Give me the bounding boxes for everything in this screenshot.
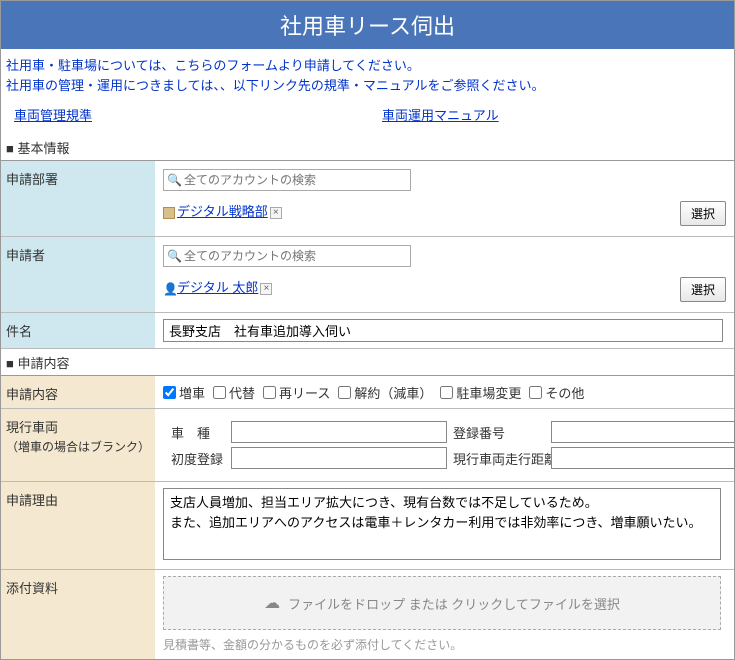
lbl-firstreg: 初度登録 (171, 449, 225, 468)
applicant-chip[interactable]: デジタル 太郎 (177, 280, 258, 295)
reason-textarea[interactable] (163, 488, 721, 560)
input-firstreg[interactable] (231, 447, 447, 469)
applicant-search-input[interactable] (163, 245, 411, 267)
department-chip[interactable]: デジタル戦略部 (177, 204, 268, 219)
app-content-checks: 増車 代替 再リース 解約（減車） 駐車場変更 その他 (155, 376, 734, 408)
subject-input[interactable] (163, 319, 723, 342)
label-attachment: 添付資料 (1, 570, 155, 659)
lbl-mileage: 現行車両走行距離 (453, 449, 545, 468)
input-mileage[interactable] (551, 447, 735, 469)
department-remove[interactable]: × (270, 207, 282, 219)
input-regno[interactable] (551, 421, 735, 443)
org-icon (163, 207, 175, 219)
chk-cancel[interactable]: 解約（減車） (338, 382, 432, 402)
department-search-input[interactable] (163, 169, 411, 191)
input-model[interactable] (231, 421, 447, 443)
chk-relet[interactable]: 再リース (263, 382, 330, 402)
label-app-content: 申請内容 (1, 376, 155, 408)
label-subject: 件名 (1, 313, 155, 348)
attachment-hint: 見積書等、金額の分かるものを必ず添付してください。 (163, 636, 726, 653)
chk-parking[interactable]: 駐車場変更 (440, 382, 521, 402)
chk-other[interactable]: その他 (529, 382, 584, 402)
label-current-vehicle: 現行車両 （増車の場合はブランク） (1, 409, 155, 481)
person-icon: 👤 (163, 283, 175, 295)
label-department: 申請部署 (1, 161, 155, 236)
chk-replace[interactable]: 代替 (213, 382, 255, 402)
attachment-dropzone[interactable]: ☁ ファイルをドロップ または クリックしてファイルを選択 (163, 576, 721, 630)
applicant-select-button[interactable]: 選択 (680, 277, 726, 302)
upload-icon: ☁ (264, 593, 280, 613)
department-select-button[interactable]: 選択 (680, 201, 726, 226)
lbl-regno: 登録番号 (453, 423, 545, 442)
chk-increase[interactable]: 増車 (163, 382, 205, 402)
intro-text: 社用車・駐車場については、こちらのフォームより申請してください。 社用車の管理・… (1, 50, 734, 97)
link-vehicle-regulation[interactable]: 車両管理規準 (14, 105, 92, 124)
section-basic-info: ■ 基本情報 (1, 134, 734, 161)
label-reason: 申請理由 (1, 482, 155, 569)
section-application-content: ■ 申請内容 (1, 349, 734, 376)
link-vehicle-manual[interactable]: 車両運用マニュアル (382, 105, 499, 124)
lbl-model: 車 種 (171, 423, 225, 442)
page-title: 社用車リース伺出 (1, 1, 734, 50)
applicant-remove[interactable]: × (260, 283, 272, 295)
label-applicant: 申請者 (1, 237, 155, 312)
